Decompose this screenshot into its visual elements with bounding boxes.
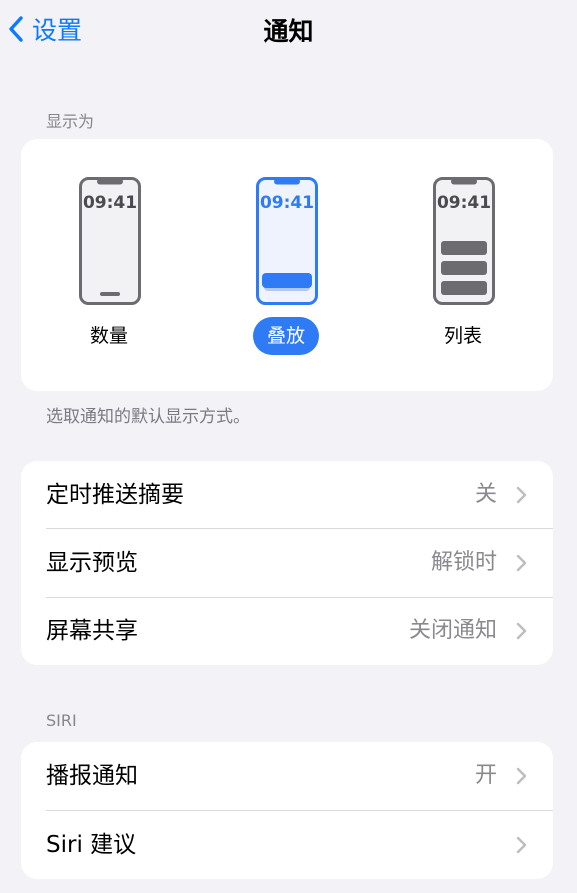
section-header-display-as: 显示为 <box>46 112 95 131</box>
row-screen-sharing[interactable]: 屏幕共享 关闭通知 <box>21 597 553 665</box>
display-option-stack[interactable]: 09:41 叠放 <box>211 139 361 391</box>
chevron-right-icon <box>516 836 528 854</box>
row-label: 显示预览 <box>46 550 138 576</box>
row-value: 关 <box>474 482 497 507</box>
section-footer-display-as: 选取通知的默认显示方式。 <box>46 407 250 427</box>
chevron-right-icon <box>516 486 528 504</box>
option-label-stack: 叠放 <box>211 317 361 355</box>
display-style-card: 09:41 数量 09:41 叠放 09:41 列表 <box>21 139 553 391</box>
option-label-count: 数量 <box>89 325 128 347</box>
chevron-right-icon <box>516 767 528 785</box>
row-scheduled-summary[interactable]: 定时推送摘要 关 <box>21 461 553 529</box>
row-announce-notifications[interactable]: 播报通知 开 <box>21 742 553 810</box>
row-label: Siri 建议 <box>46 832 137 858</box>
row-value: 解锁时 <box>430 550 497 575</box>
page-title: 通知 <box>263 17 314 46</box>
row-show-previews[interactable]: 显示预览 解锁时 <box>21 529 553 597</box>
phone-count-icon: 09:41 <box>79 177 141 305</box>
phone-time: 09:41 <box>436 193 492 213</box>
display-option-count[interactable]: 09:41 数量 <box>34 139 184 391</box>
phone-list-icon: 09:41 <box>433 177 495 305</box>
siri-card: 播报通知 开 Siri 建议 <box>21 742 553 879</box>
row-value: 开 <box>474 763 497 788</box>
chevron-right-icon <box>516 622 528 640</box>
option-label-list: 列表 <box>443 325 482 347</box>
phone-time: 09:41 <box>259 193 315 213</box>
section-header-siri: SIRI <box>46 711 77 730</box>
navigation-bar: 设置 通知 <box>0 0 577 58</box>
row-label: 播报通知 <box>46 763 138 789</box>
phone-stack-icon: 09:41 <box>256 177 318 305</box>
display-option-list[interactable]: 09:41 列表 <box>388 139 538 391</box>
row-label: 屏幕共享 <box>46 618 138 644</box>
notification-settings-card: 定时推送摘要 关 显示预览 解锁时 屏幕共享 关闭通知 <box>21 461 553 665</box>
phone-time: 09:41 <box>82 193 138 213</box>
row-siri-suggestions[interactable]: Siri 建议 <box>21 811 553 879</box>
chevron-right-icon <box>516 554 528 572</box>
row-label: 定时推送摘要 <box>46 482 184 508</box>
row-value: 关闭通知 <box>408 618 497 643</box>
